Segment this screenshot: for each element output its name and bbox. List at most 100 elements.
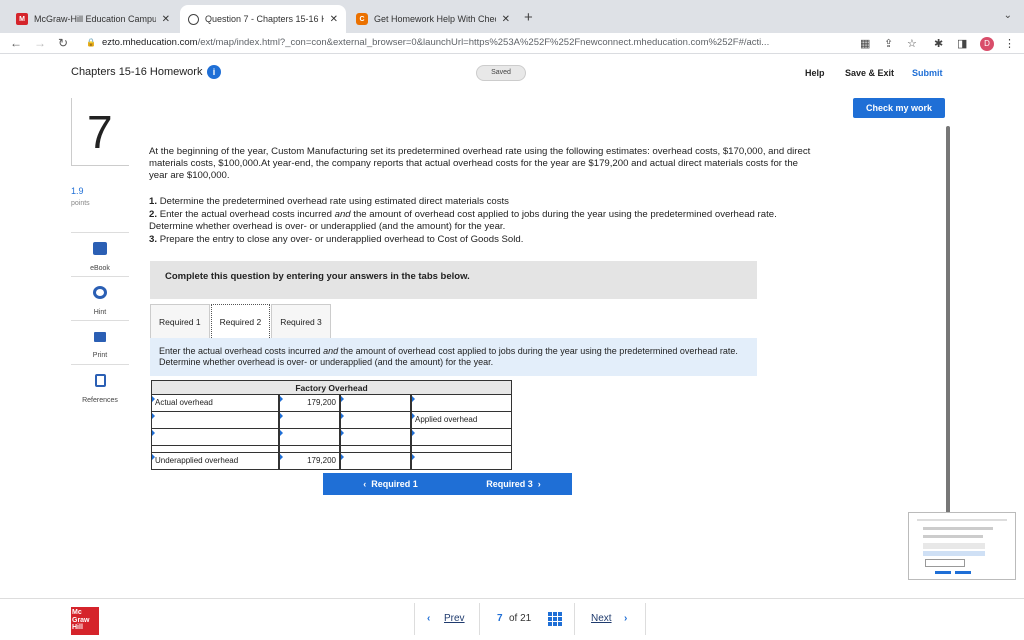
debit-label-input[interactable]: Actual overhead [151,395,279,412]
submit-link[interactable]: Submit [912,68,943,78]
globe-icon [188,13,199,25]
browser-tab-question[interactable]: Question 7 - Chapters 15-16 H ✕ [180,5,346,33]
next-required-button[interactable]: Required 3 › [455,473,572,495]
browser-tab-mcgraw[interactable]: M McGraw-Hill Education Campu ✕ [8,5,178,33]
sidepanel-icon[interactable]: ◨ [957,37,967,50]
step-1: 1. Determine the predetermined overhead … [149,196,509,207]
print-tool[interactable]: Print [71,320,129,364]
step-2: 2. Enter the actual overhead costs incur… [149,208,777,233]
balance-credit-input[interactable] [340,453,411,470]
book-icon [93,242,107,255]
credit-amount-input[interactable] [340,429,411,446]
balance-label-input[interactable]: Underapplied overhead [151,453,279,470]
credit-label-input[interactable]: Applied overhead [411,412,512,429]
close-icon[interactable]: ✕ [162,14,170,25]
credit-label-input[interactable] [411,395,512,412]
points-label: points [71,200,90,207]
prev-required-button[interactable]: ‹ Required 1 [323,473,458,495]
t-account-title: Factory Overhead [151,380,512,395]
divider [479,603,480,635]
tab-title: Get Homework Help With Chec [374,14,496,24]
tab-title: McGraw-Hill Education Campu [34,14,156,24]
credit-label-input[interactable] [411,429,512,446]
tab-required-1[interactable]: Required 1 [150,304,210,338]
hint-label: Hint [93,309,107,316]
printer-icon [94,332,106,342]
mcgraw-hill-logo: Mc Graw Hill [71,607,99,635]
chevron-right-icon[interactable]: › [624,613,627,624]
app-header: Chapters 15-16 Homework i Saved Help Sav… [0,55,1024,91]
debit-label-input[interactable] [151,429,279,446]
credit-amount-input[interactable] [340,395,411,412]
question-steps: 1. Determine the predetermined overhead … [149,196,814,246]
avatar[interactable]: D [980,37,994,51]
url-field[interactable]: 🔒 ezto.mheducation.com/ext/map/index.html… [86,37,769,48]
help-link[interactable]: Help [805,68,825,78]
t-account-row: Actual overhead 179,200 [151,395,512,412]
new-tab-icon[interactable]: + [524,9,533,26]
required-tabs: Required 1 Required 2 Required 3 [150,304,332,338]
balance-debit-input[interactable]: 179,200 [279,453,340,470]
t-account-row-blank [151,429,512,446]
scrollbar[interactable] [946,126,950,558]
balance-credit-label-input[interactable] [411,453,512,470]
current-page-number: 7 [497,613,503,624]
references-icon [94,374,106,387]
mcgraw-hill-favicon-icon: M [16,13,28,25]
debit-amount-input[interactable] [279,412,340,429]
question-number: 7 [87,106,113,158]
close-icon[interactable]: ✕ [502,14,510,25]
url-host: ezto.mheducation.com [101,37,198,48]
back-arrow-icon[interactable]: ← [10,36,22,50]
chevron-left-icon[interactable]: ‹ [427,613,430,624]
next-question-link[interactable]: Next [591,613,612,624]
t-account-row: Applied overhead [151,412,512,429]
prev-question-link[interactable]: Prev [444,613,465,624]
references-label: References [82,397,118,404]
references-tool[interactable]: References [71,364,129,408]
debit-amount-input[interactable]: 179,200 [279,395,340,412]
lock-icon: 🔒 [86,38,96,47]
hint-lifebuoy-icon [93,286,107,299]
debit-label-input[interactable] [151,412,279,429]
divider [645,603,646,635]
kebab-menu-icon[interactable]: ⋮ [1004,37,1015,50]
question-intro: At the beginning of the year, Custom Man… [149,146,811,181]
info-icon[interactable]: i [207,65,221,79]
tab-instruction: Enter the actual overhead costs incurred… [150,338,757,376]
saved-status-badge: Saved [476,65,526,81]
url-path: /ext/map/index.html?_con=con&external_br… [197,37,770,48]
star-icon[interactable]: ☆ [907,37,917,50]
address-bar: ← → ↻ 🔒 ezto.mheducation.com/ext/map/inde… [0,33,1024,54]
debit-amount-input[interactable] [279,429,340,446]
points-value: 1.9 [71,186,84,196]
hint-tool[interactable]: Hint [71,276,129,320]
print-label: Print [92,352,108,359]
ebook-tool[interactable]: eBook [71,232,129,276]
tab-title: Question 7 - Chapters 15-16 H [205,14,324,24]
forward-arrow-icon[interactable]: → [34,36,46,50]
save-exit-link[interactable]: Save & Exit [845,68,894,78]
translate-icon[interactable]: ▦ [860,37,870,50]
question-grid-icon[interactable] [548,612,562,626]
page-total: of 21 [509,613,532,624]
check-my-work-button[interactable]: Check my work [853,98,945,118]
factory-overhead-t-account: Factory Overhead Actual overhead 179,200… [151,380,512,470]
tab-required-2[interactable]: Required 2 [210,304,271,338]
t-account-total-rule [151,446,512,453]
t-account-balance-row: Underapplied overhead 179,200 [151,453,512,470]
divider [414,603,415,635]
reload-icon[interactable]: ↻ [58,36,68,50]
extensions-icon[interactable]: ✱ [934,37,943,50]
homework-title: Chapters 15-16 Homework [71,66,203,78]
chevron-down-icon[interactable]: ⌄ [1004,10,1012,21]
page-thumbnail[interactable] [908,512,1016,580]
tabs-banner: Complete this question by entering your … [150,261,757,299]
browser-tab-chegg[interactable]: C Get Homework Help With Chec ✕ [348,5,518,33]
credit-amount-input[interactable] [340,412,411,429]
share-icon[interactable]: ⇪ [884,37,893,50]
chegg-favicon-icon: C [356,13,368,25]
tab-required-3[interactable]: Required 3 [271,304,331,338]
close-icon[interactable]: ✕ [330,14,338,25]
browser-tab-bar: M McGraw-Hill Education Campu ✕ Question… [0,0,1024,33]
